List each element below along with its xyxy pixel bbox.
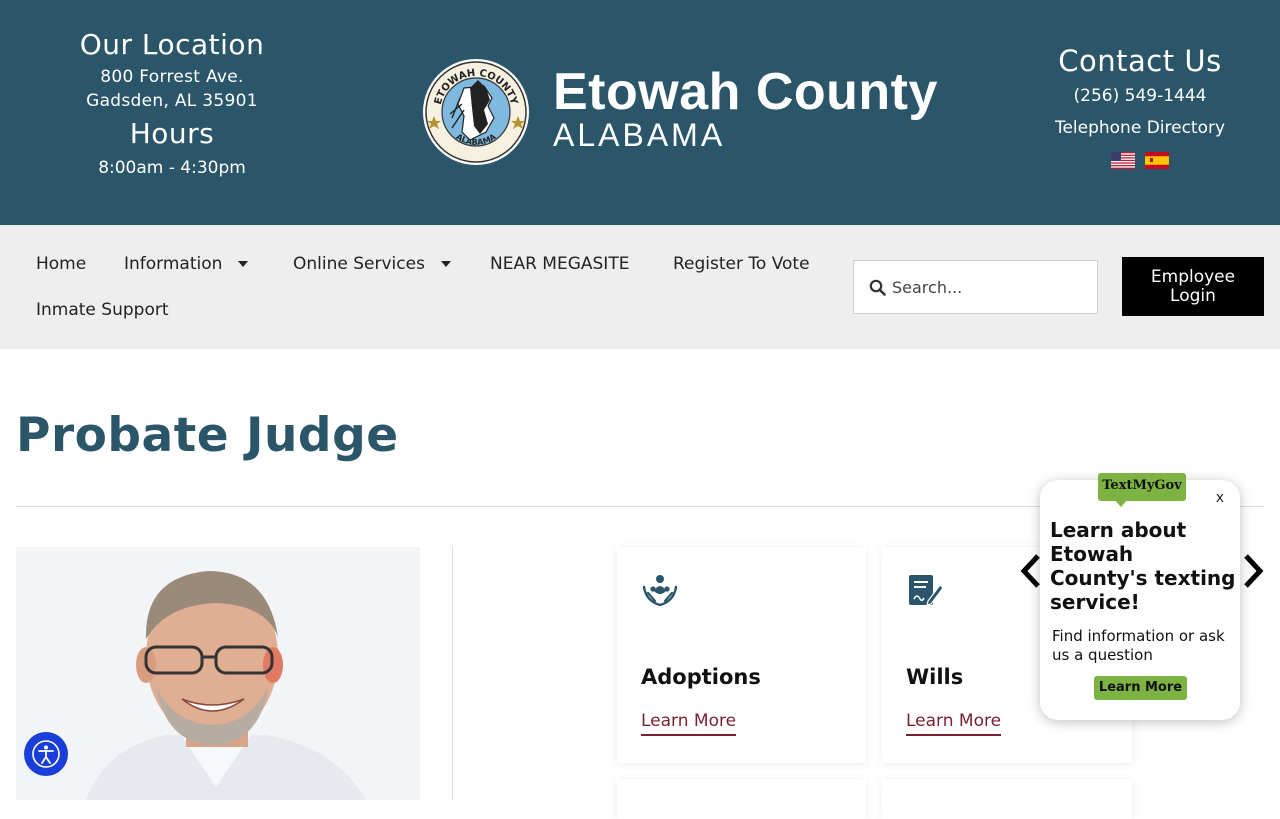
contact-block: Contact Us (256) 549-1444 Telephone Dire… (1000, 44, 1280, 169)
telephone-directory-link[interactable]: Telephone Directory (1000, 118, 1280, 138)
location-title: Our Location (79, 28, 265, 61)
brand-name: Etowah County (553, 63, 938, 121)
spain-flag-icon[interactable] (1145, 152, 1169, 169)
textmygov-logo: TextMyGov (1098, 473, 1186, 501)
accessibility-button[interactable] (24, 732, 68, 776)
textmygov-learn-more-button[interactable]: Learn More (1094, 676, 1187, 700)
hours-value: 8:00am - 4:30pm (98, 158, 246, 178)
login-label-line-1: Employee (1150, 266, 1236, 287)
login-label: Employee Login (1150, 266, 1236, 306)
will-document-icon (909, 575, 944, 606)
speech-tail-icon (1114, 499, 1128, 507)
learn-more-link[interactable]: Learn More (641, 711, 737, 736)
textmygov-title: Learn about Etowah County's texting serv… (1050, 518, 1236, 614)
carousel-next-arrow-icon[interactable] (1240, 552, 1266, 590)
hours-title: Hours (129, 117, 215, 150)
content-separator (452, 547, 453, 800)
county-seal-logo[interactable]: ETOWAH COUNTY ALABAMA (422, 58, 530, 166)
nav-item-label: Home (36, 254, 87, 274)
nav-item-near-megasite[interactable]: NEAR MEGASITE (490, 254, 629, 274)
probate-judge-portrait (16, 547, 420, 800)
caret-down-icon (440, 261, 451, 267)
card-title: Wills (906, 665, 964, 689)
page-title: Probate Judge (16, 408, 399, 463)
search-input[interactable] (892, 277, 1082, 297)
service-card-adoptions[interactable]: Adoptions Learn More (617, 547, 866, 763)
us-flag-icon[interactable] (1111, 152, 1135, 169)
contact-title: Contact Us (1058, 44, 1222, 78)
phone-link[interactable]: (256) 549-1444 (1000, 86, 1280, 106)
location-block: Our Location 800 Forrest Ave. Gadsden, A… (0, 28, 344, 178)
login-label-line-2: Login (1170, 285, 1216, 306)
brand-state: ALABAMA (553, 117, 726, 153)
language-flags (1000, 152, 1280, 169)
caret-down-icon (238, 261, 249, 267)
main-nav: Home Information Online Services NEAR ME… (0, 225, 1280, 349)
nav-item-label: Inmate Support (36, 300, 169, 320)
nav-item-label: Online Services (293, 254, 425, 274)
adoption-hands-icon (642, 575, 678, 607)
search-icon[interactable] (869, 279, 886, 296)
textmygov-popup: TextMyGov x Learn about Etowah County's … (1040, 473, 1240, 720)
accessibility-icon (32, 740, 60, 768)
nav-item-inmate-support[interactable]: Inmate Support (36, 300, 169, 320)
address-line-1: 800 Forrest Ave. (100, 67, 244, 87)
nav-item-information[interactable]: Information (124, 254, 249, 274)
search-box (853, 260, 1098, 314)
nav-item-home[interactable]: Home (36, 254, 86, 274)
nav-item-label: Register To Vote (673, 254, 810, 274)
service-card[interactable] (882, 779, 1132, 819)
service-card[interactable] (617, 779, 866, 819)
site-header: Our Location 800 Forrest Ave. Gadsden, A… (0, 0, 1280, 225)
textmygov-description: Find information or ask us a question (1052, 627, 1225, 664)
nav-item-register-to-vote[interactable]: Register To Vote (673, 254, 810, 274)
employee-login-button[interactable]: Employee Login (1122, 257, 1264, 316)
nav-item-online-services[interactable]: Online Services (293, 254, 451, 274)
nav-item-label: Information (124, 254, 223, 274)
address-line-2: Gadsden, AL 35901 (86, 91, 258, 111)
learn-more-link[interactable]: Learn More (906, 711, 1002, 736)
nav-item-label: NEAR MEGASITE (490, 254, 630, 274)
card-title: Adoptions (641, 665, 761, 689)
close-button[interactable]: x (1216, 490, 1224, 506)
